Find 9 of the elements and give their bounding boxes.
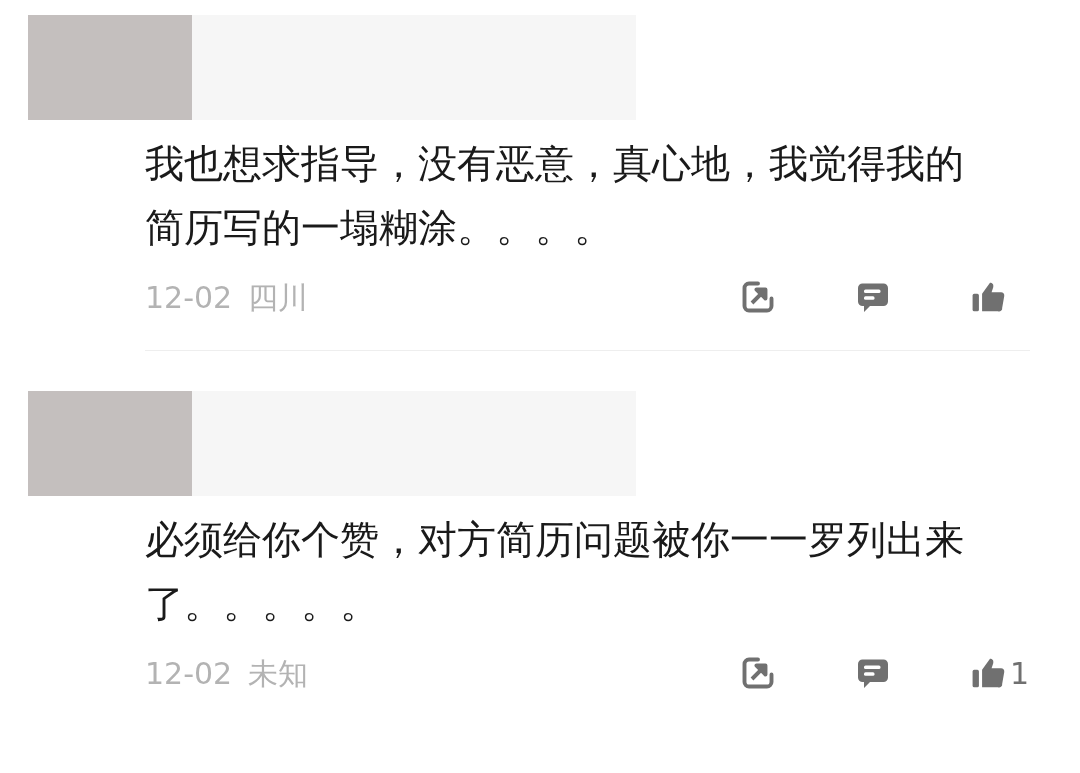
share-icon[interactable]: [740, 279, 776, 315]
share-icon[interactable]: [740, 655, 776, 691]
like-count: 1: [1010, 654, 1030, 693]
comment-text: 必须给你个赞，对方简历问题被你一一罗列出来了。。。。。: [145, 516, 965, 628]
comment-location: 未知: [248, 654, 309, 693]
comment-date: 12-02: [145, 278, 233, 317]
comment-text: 我也想求指导，没有恶意，真心地，我觉得我的简历写的一塌糊涂。。。。: [145, 140, 965, 252]
comment-location: 四川: [248, 278, 309, 317]
comment-date: 12-02: [145, 654, 233, 693]
